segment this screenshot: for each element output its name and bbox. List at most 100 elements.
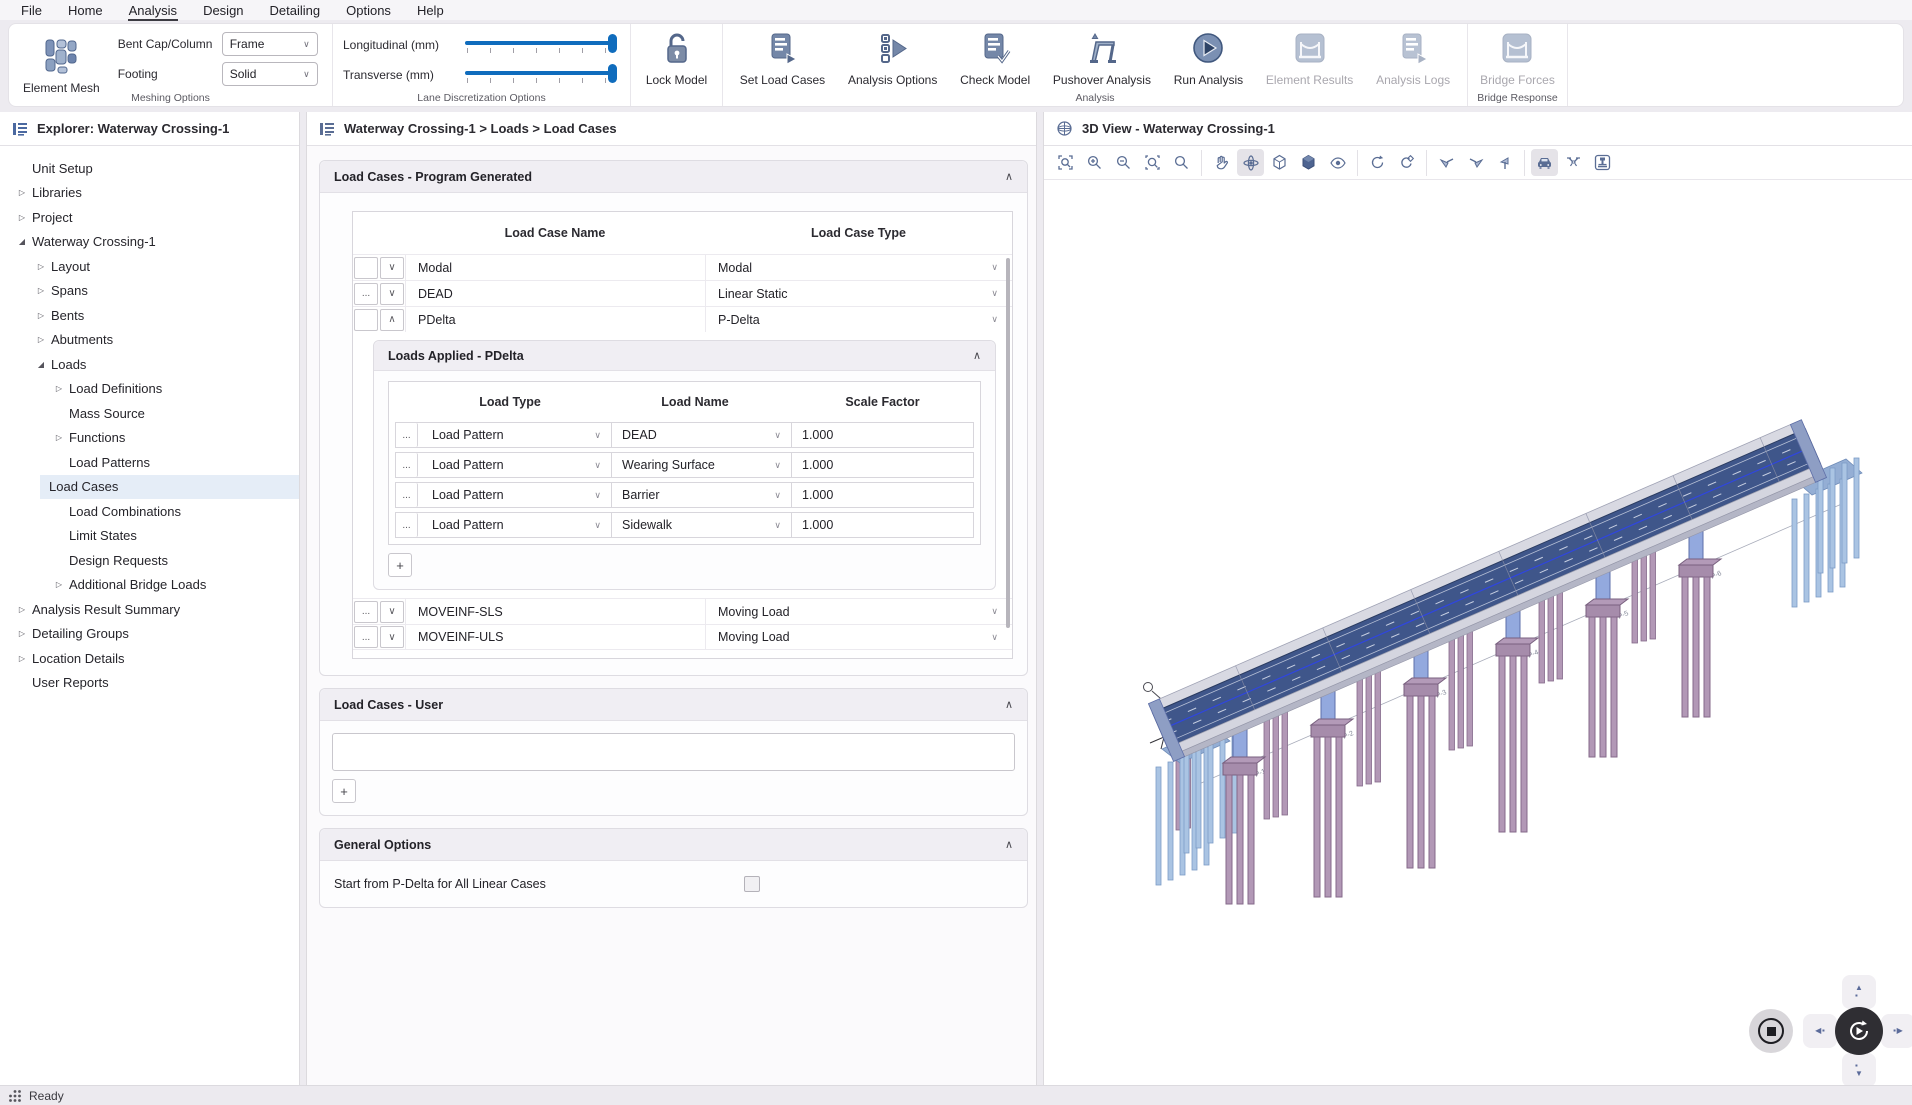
nav-left-button[interactable]: ◀ ▪ — [1803, 1014, 1837, 1048]
row-expand-button[interactable]: ∨ — [380, 601, 404, 623]
scale-factor-input[interactable]: 1.000 — [792, 483, 973, 507]
start-from-pdelta-checkbox[interactable] — [744, 876, 760, 892]
collapse-icon[interactable]: ∧ — [1005, 698, 1013, 711]
row-expand-button[interactable]: ∨ — [380, 283, 404, 305]
bent-cap-column-select[interactable]: Frame ∨ — [222, 32, 318, 56]
add-user-load-case-button[interactable]: + — [332, 779, 356, 803]
user-load-cases-header[interactable]: Load Cases - User ∧ — [320, 689, 1027, 721]
load-type-select[interactable]: Load Pattern∨ — [422, 513, 612, 537]
tree-item-analysis-result-summary[interactable]: ▷Analysis Result Summary — [0, 597, 299, 622]
rotate-snap-button[interactable] — [1393, 149, 1420, 176]
transverse-slider[interactable] — [465, 64, 617, 86]
slider-thumb[interactable] — [608, 64, 617, 83]
load-name-select[interactable]: DEAD∨ — [612, 423, 792, 447]
load-type-select[interactable]: Load Pattern∨ — [422, 483, 612, 507]
tree-expander-icon[interactable]: ▷ — [31, 311, 51, 320]
load-name-select[interactable]: Barrier∨ — [612, 483, 792, 507]
view3d-canvas[interactable]: P-1 P-2 P-3 P-4 P-5 P-6 — [1044, 181, 1912, 1085]
tree-expander-icon[interactable]: ▷ — [49, 580, 69, 589]
tree-expander-icon[interactable]: ▷ — [12, 605, 32, 614]
longitudinal-slider[interactable] — [465, 34, 617, 56]
load-case-name-cell[interactable]: MOVEINF-SLS — [405, 599, 705, 624]
tree-expander-icon[interactable]: ▷ — [31, 262, 51, 271]
load-case-type-select[interactable]: Moving Load∨ — [705, 625, 1012, 649]
collapse-icon[interactable]: ∧ — [1005, 838, 1013, 851]
load-row-sidewalk[interactable]: ... Load Pattern∨ Sidewalk∨ 1.000 — [395, 512, 974, 538]
tree-item-location-details[interactable]: ▷Location Details — [0, 646, 299, 671]
scale-factor-input[interactable]: 1.000 — [792, 453, 973, 477]
tree-item-load-definitions[interactable]: ▷Load Definitions — [0, 377, 299, 402]
row-more-button[interactable]: ... — [396, 513, 418, 537]
table-row-moveinf-uls[interactable]: ... ∨ MOVEINF-ULS Moving Load∨ — [353, 624, 1012, 650]
tree-item-limit-states[interactable]: Limit States — [0, 524, 299, 549]
row-more-button[interactable]: ... — [354, 601, 378, 623]
load-row-barrier[interactable]: ... Load Pattern∨ Barrier∨ 1.000 — [395, 482, 974, 508]
row-more-button[interactable]: ... — [354, 283, 378, 305]
pan-button[interactable] — [1208, 149, 1235, 176]
tree-item-detailing-groups[interactable]: ▷Detailing Groups — [0, 622, 299, 647]
tree-item-unit-setup[interactable]: Unit Setup — [0, 156, 299, 181]
footing-select[interactable]: Solid ∨ — [222, 62, 318, 86]
menu-file[interactable]: File — [8, 2, 55, 19]
menu-options[interactable]: Options — [333, 2, 404, 19]
zoom-out-button[interactable] — [1110, 149, 1137, 176]
menu-design[interactable]: Design — [190, 2, 256, 19]
row-expand-button[interactable]: ∨ — [380, 257, 404, 279]
collapse-icon[interactable]: ∧ — [973, 349, 981, 362]
view-direction-z-button[interactable] — [1491, 149, 1518, 176]
view-direction-x-button[interactable] — [1433, 149, 1460, 176]
stop-navigation-button[interactable] — [1749, 1009, 1793, 1053]
nav-down-button[interactable]: ▪▼ — [1842, 1053, 1876, 1087]
load-type-select[interactable]: Load Pattern∨ — [422, 423, 612, 447]
tree-item-load-combinations[interactable]: Load Combinations — [0, 499, 299, 524]
load-name-select[interactable]: Sidewalk∨ — [612, 513, 792, 537]
tree-expander-icon[interactable]: ▷ — [31, 335, 51, 344]
tree-expander-icon[interactable]: ▷ — [12, 629, 32, 638]
row-collapse-button[interactable]: ∧ — [380, 309, 404, 331]
nav-right-button[interactable]: ▪ ▶ — [1881, 1014, 1912, 1048]
tree-expander-icon[interactable]: ▷ — [12, 188, 32, 197]
nav-up-button[interactable]: ▲▪ — [1842, 975, 1876, 1009]
tree-expander-icon[interactable]: ▷ — [12, 654, 32, 663]
tree-expander-icon[interactable]: ▷ — [12, 213, 32, 222]
tree-item-functions[interactable]: ▷Functions — [0, 426, 299, 451]
add-load-button[interactable]: + — [388, 553, 412, 577]
scale-factor-input[interactable]: 1.000 — [792, 423, 973, 447]
table-row-modal[interactable]: ∨ Modal Modal∨ — [353, 254, 1012, 280]
user-load-cases-list[interactable] — [332, 733, 1015, 771]
tree-item-design-requests[interactable]: Design Requests — [0, 548, 299, 573]
zoom-extents-button[interactable] — [1052, 149, 1079, 176]
tree-expander-icon[interactable]: ◢ — [31, 360, 51, 369]
table-row-moveinf-sls[interactable]: ... ∨ MOVEINF-SLS Moving Load∨ — [353, 598, 1012, 624]
load-case-type-select[interactable]: Linear Static∨ — [705, 281, 1012, 306]
menu-detailing[interactable]: Detailing — [257, 2, 334, 19]
tree-item-abutments[interactable]: ▷Abutments — [0, 328, 299, 353]
load-case-name-cell[interactable]: PDelta — [405, 307, 705, 332]
drive-through-button[interactable] — [1531, 149, 1558, 176]
zoom-window-button[interactable] — [1139, 149, 1166, 176]
loads-applied-header[interactable]: Loads Applied - PDelta ∧ — [374, 341, 995, 371]
menu-help[interactable]: Help — [404, 2, 457, 19]
view-direction-y-button[interactable] — [1462, 149, 1489, 176]
drone-view-button[interactable] — [1560, 149, 1587, 176]
load-type-select[interactable]: Load Pattern∨ — [422, 453, 612, 477]
row-more-button[interactable] — [354, 309, 378, 331]
general-options-header[interactable]: General Options ∧ — [320, 829, 1027, 861]
wireframe-view-button[interactable] — [1266, 149, 1293, 176]
tree-item-libraries[interactable]: ▷Libraries — [0, 181, 299, 206]
row-expand-button[interactable]: ∨ — [380, 626, 404, 648]
row-more-button[interactable]: ... — [396, 423, 418, 447]
tree-item-user-reports[interactable]: User Reports — [0, 671, 299, 696]
scale-factor-input[interactable]: 1.000 — [792, 513, 973, 537]
tree-item-load-cases[interactable]: Load Cases — [40, 475, 299, 500]
load-case-type-select[interactable]: Modal∨ — [705, 255, 1012, 280]
tree-item-load-patterns[interactable]: Load Patterns — [0, 450, 299, 475]
tree-expander-icon[interactable]: ◢ — [12, 237, 32, 246]
zoom-in-button[interactable] — [1081, 149, 1108, 176]
tree-item-additional-bridge-loads[interactable]: ▷Additional Bridge Loads — [0, 573, 299, 598]
collapse-icon[interactable]: ∧ — [1005, 170, 1013, 183]
lock-model-button[interactable]: Lock Model — [640, 24, 713, 106]
row-more-button[interactable]: ... — [396, 453, 418, 477]
load-case-type-select[interactable]: Moving Load∨ — [705, 599, 1012, 624]
solid-view-button[interactable] — [1295, 149, 1322, 176]
